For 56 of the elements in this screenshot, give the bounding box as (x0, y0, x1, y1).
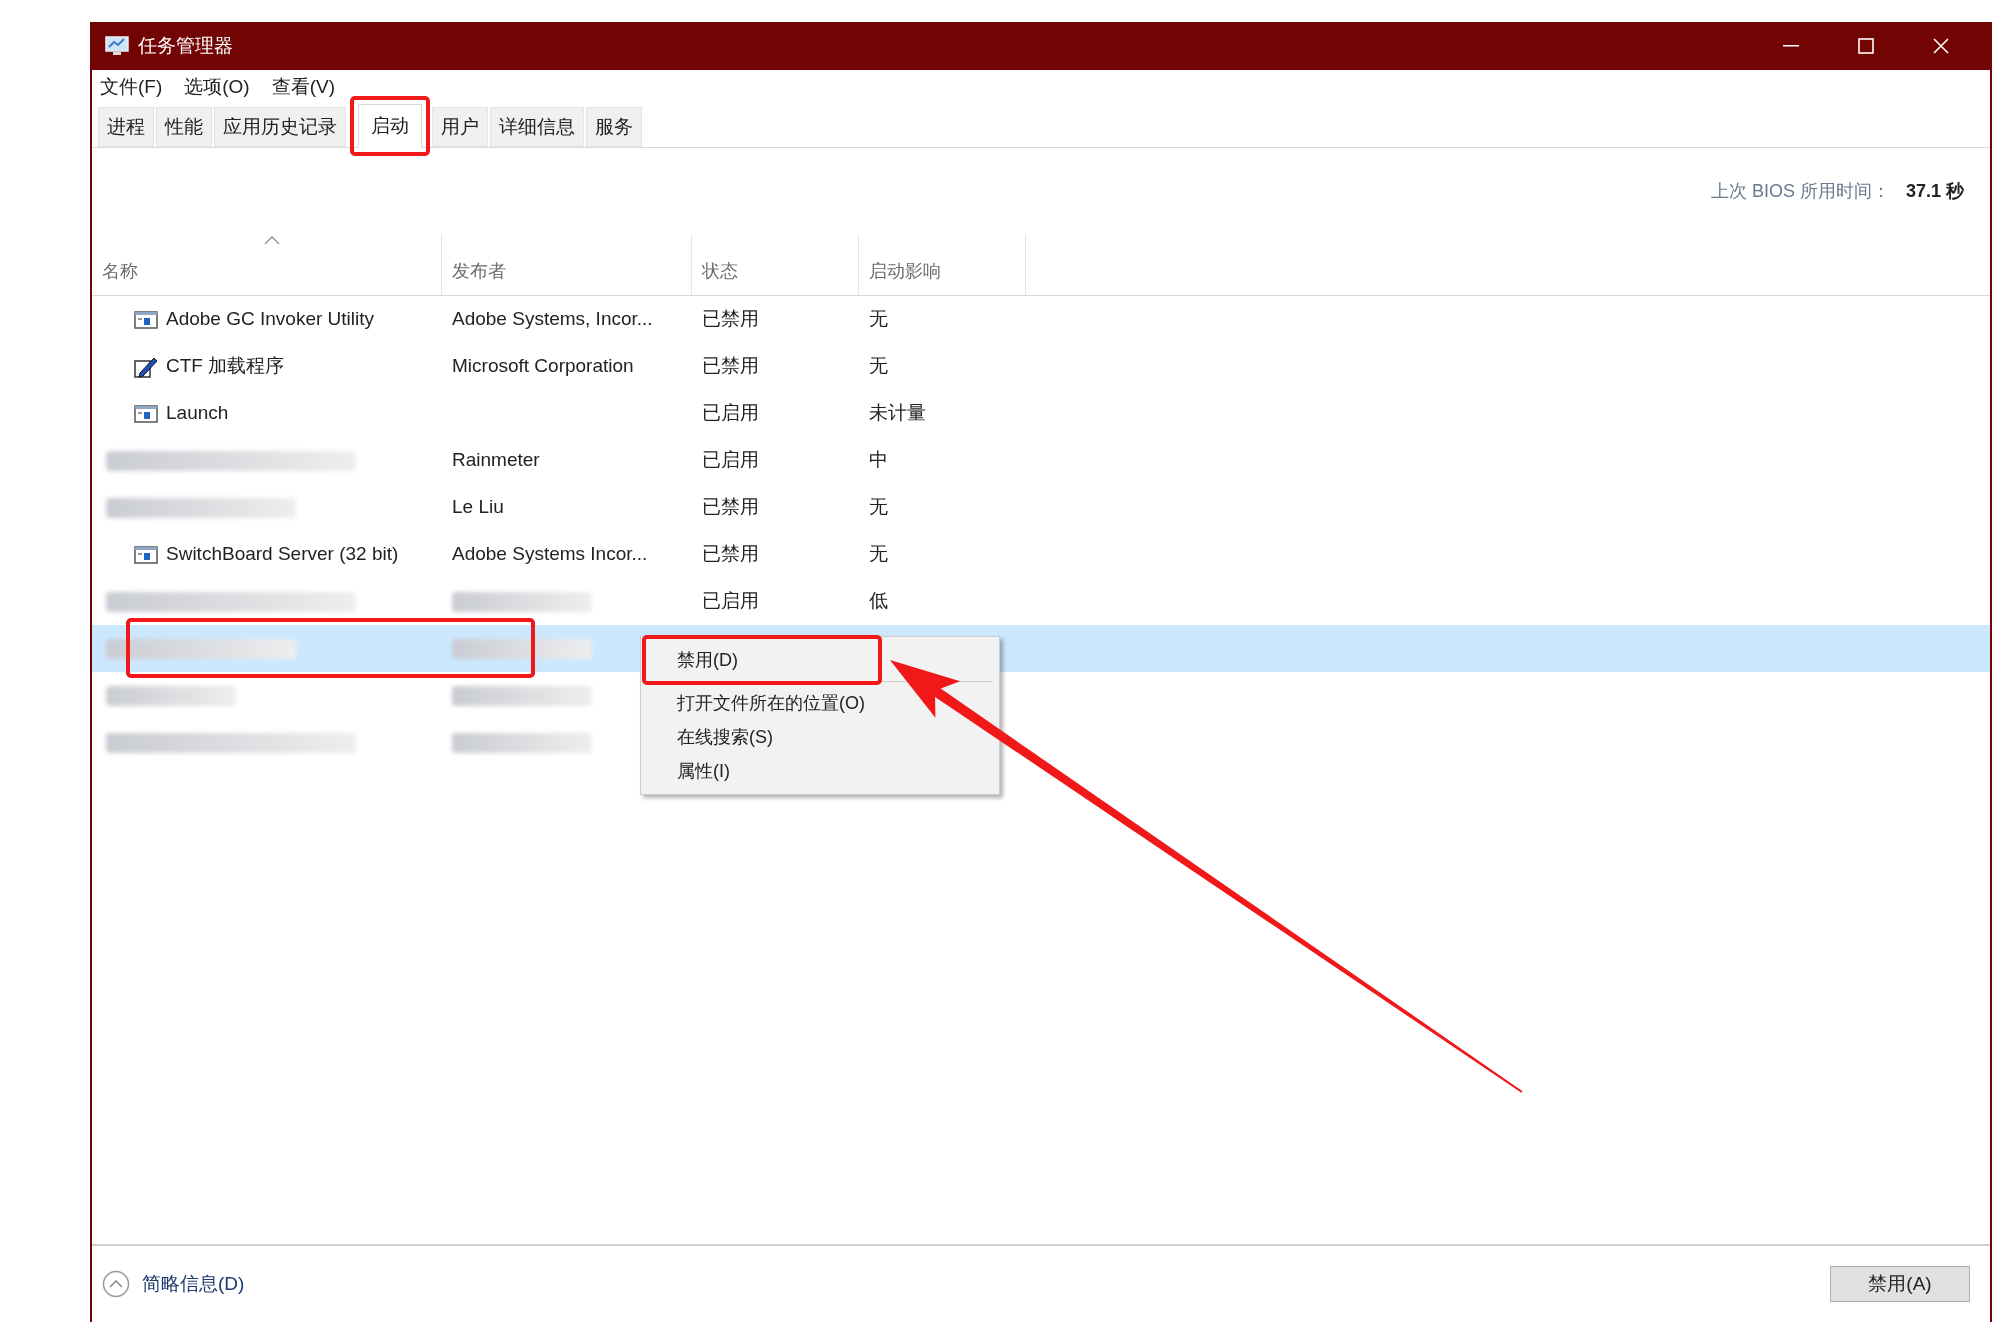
details-toggle[interactable]: 简略信息(D) (102, 1269, 245, 1299)
minimize-icon (1782, 45, 1799, 47)
table-cell-text: Adobe GC Invoker Utility (166, 307, 375, 332)
table-cell: 已启用 (702, 449, 759, 471)
column-header[interactable]: 状态 (702, 258, 738, 285)
table-cell: 无 (869, 543, 888, 565)
table-cell: 已禁用 (702, 543, 759, 565)
tab[interactable]: 服务 (586, 107, 642, 147)
tab[interactable]: 启动 (358, 104, 422, 148)
menu-item[interactable]: 文件(F) (100, 72, 163, 102)
close-icon (1932, 38, 1949, 54)
tab[interactable]: 详细信息 (490, 107, 584, 147)
window-title: 任务管理器 (138, 33, 233, 58)
monitor-icon (104, 34, 130, 58)
table-cell: 已禁用 (702, 355, 759, 377)
tab[interactable]: 进程 (98, 107, 154, 147)
table-cell-text: Le Liu (452, 495, 504, 520)
table-cell: 已启用 (702, 590, 759, 612)
table-cell: 已禁用 (702, 308, 759, 330)
tab[interactable]: 用户 (432, 107, 488, 147)
table-cell: 无 (869, 355, 888, 377)
table-cell-text: Adobe Systems, Incor... (452, 307, 653, 332)
column-header[interactable]: 发布者 (452, 258, 506, 285)
column-header[interactable]: 名称 (102, 258, 138, 285)
window-icon (134, 402, 158, 425)
context-menu-item[interactable]: 属性(I) (641, 754, 999, 788)
table-cell-text: CTF 加载程序 (166, 354, 285, 379)
sort-caret-icon (264, 236, 280, 245)
bios-time-value: 37.1 秒 (1905, 179, 1964, 203)
column-header[interactable]: 启动影响 (869, 258, 941, 285)
pen-icon (134, 355, 158, 378)
table-cell: 未计量 (869, 402, 926, 424)
tab[interactable]: 性能 (156, 107, 212, 147)
table-cell: 无 (869, 496, 888, 518)
window-icon (134, 308, 158, 331)
table-cell-text: Adobe Systems Incor... (452, 542, 648, 567)
disable-button[interactable]: 禁用(A) (1830, 1266, 1970, 1302)
table-cell: 已禁用 (702, 496, 759, 518)
table-cell: 已启用 (702, 402, 759, 424)
table-cell: 中 (869, 449, 888, 471)
table-cell-text: SwitchBoard Server (32 bit) (166, 542, 399, 567)
collapse-icon (102, 1270, 130, 1298)
context-menu-item[interactable]: 禁用(D) (641, 643, 999, 677)
table-cell-text: Rainmeter (452, 448, 540, 473)
bios-time-label: 上次 BIOS 所用时间： (1710, 179, 1890, 203)
table-cell: 无 (869, 308, 888, 330)
menu-item[interactable]: 查看(V) (271, 72, 336, 102)
table-cell: 低 (869, 590, 888, 612)
maximize-icon (1857, 38, 1874, 54)
table-cell-text: Launch (166, 401, 229, 426)
table-cell-text: Microsoft Corporation (452, 354, 634, 379)
context-menu-item[interactable]: 打开文件所在的位置(O) (641, 686, 999, 720)
window-icon (134, 543, 158, 566)
menu-item[interactable]: 选项(O) (184, 72, 250, 102)
tab[interactable]: 应用历史记录 (214, 107, 346, 147)
context-menu-item[interactable]: 在线搜索(S) (641, 720, 999, 754)
